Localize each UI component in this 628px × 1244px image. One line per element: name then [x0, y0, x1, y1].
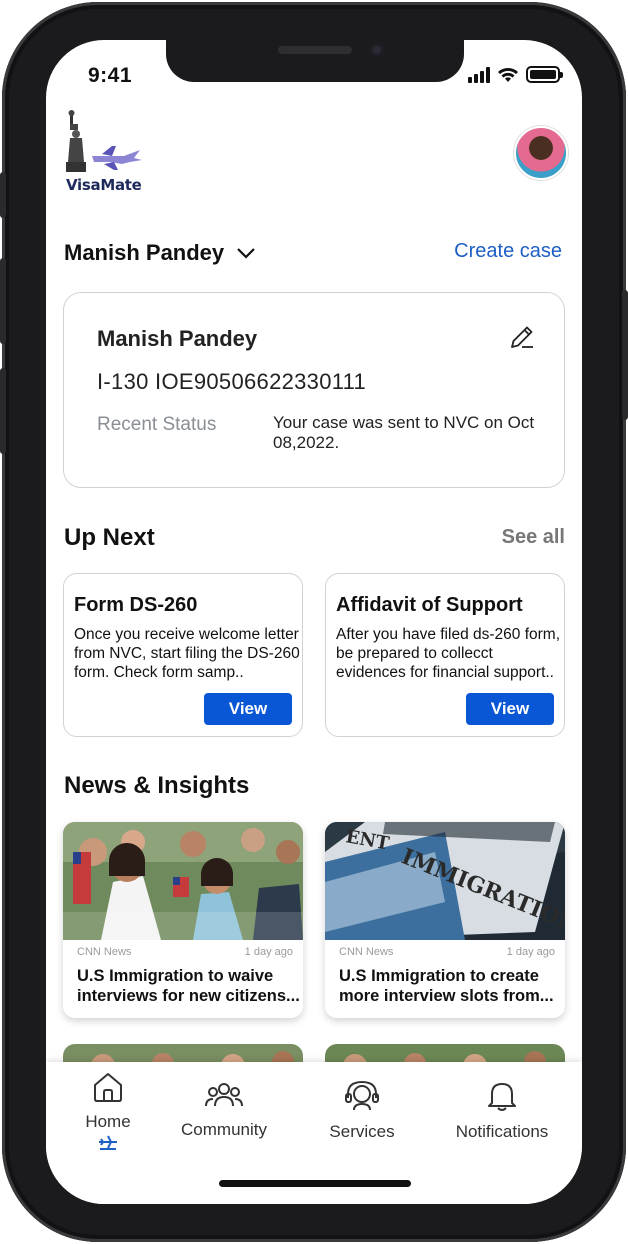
task-card[interactable]: Affidavit of Support After you have file… — [325, 573, 565, 737]
create-case-link[interactable]: Create case — [454, 240, 562, 263]
nav-label-notifications: Notifications — [455, 1122, 549, 1141]
bell-icon — [488, 1083, 516, 1111]
signal-icon — [468, 67, 490, 83]
volume-up-button — [0, 258, 6, 344]
news-card[interactable]: CNN News 1 day ago U.S Immigration to wa… — [63, 822, 303, 1018]
news-headline-line: interviews for new citizens... — [77, 987, 299, 1005]
nav-label-home: Home — [85, 1112, 131, 1131]
news-time: 1 day ago — [506, 946, 555, 958]
plane-icon — [99, 1135, 117, 1150]
battery-icon — [526, 66, 563, 83]
power-button — [622, 290, 628, 420]
logo-text: VisaMate — [66, 176, 142, 194]
news-time: 1 day ago — [244, 946, 293, 958]
see-all-link[interactable]: See all — [502, 526, 565, 549]
home-icon — [94, 1073, 122, 1102]
news-headline-line: U.S Immigration to create — [339, 967, 539, 985]
news-title: News & Insights — [64, 772, 250, 799]
app-logo[interactable]: VisaMate — [64, 110, 144, 196]
task-description: After you have filed ds-260 form, be pre… — [336, 626, 561, 681]
news-card[interactable]: IMMIGRATION ENT CNN News 1 day ago U.S I… — [325, 822, 565, 1018]
nav-item-home[interactable]: Home — [84, 1070, 132, 1150]
case-owner-dropdown[interactable]: Manish Pandey — [64, 240, 256, 266]
news-headline-line: U.S Immigration to waive — [77, 967, 274, 985]
user-avatar[interactable] — [514, 126, 568, 180]
nav-label-services: Services — [329, 1122, 395, 1141]
news-source: CNN News — [339, 946, 394, 958]
task-description: Once you receive welcome letter from NVC… — [74, 626, 300, 681]
volume-down-button — [0, 368, 6, 454]
statue-of-liberty-icon — [66, 110, 142, 172]
case-name: Manish Pandey — [97, 326, 258, 351]
up-next-title: Up Next — [64, 524, 155, 551]
news-source: CNN News — [77, 946, 132, 958]
wifi-icon — [498, 68, 518, 82]
nav-item-notifications[interactable]: Notifications — [446, 1080, 558, 1142]
speaker — [278, 46, 352, 54]
case-card[interactable]: Manish Pandey I-130 IOE90506622330111 Re… — [63, 292, 565, 488]
notch — [166, 40, 464, 82]
edit-pencil-icon[interactable] — [508, 323, 536, 351]
news-image-immigration-document: IMMIGRATION ENT — [325, 822, 565, 940]
nav-item-community[interactable]: Community — [174, 1080, 274, 1140]
news-headline-line: more interview slots from... — [339, 987, 554, 1005]
status-text: Your case was sent to NVC on Oct 08,2022… — [273, 413, 535, 452]
task-title: Form DS-260 — [74, 594, 198, 616]
services-icon — [345, 1080, 379, 1111]
nav-item-services[interactable]: Services — [312, 1080, 412, 1142]
bottom-navigation: Home Community Services Notifications — [46, 1062, 582, 1204]
task-card[interactable]: Form DS-260 Once you receive welcome let… — [63, 573, 303, 737]
case-owner-name: Manish Pandey — [64, 240, 225, 265]
news-headline: U.S Immigration to waive interviews for … — [77, 966, 299, 1006]
chevron-down-icon — [237, 248, 255, 259]
mute-switch — [0, 172, 6, 218]
status-label: Recent Status — [97, 414, 217, 435]
home-indicator[interactable] — [219, 1180, 411, 1187]
case-number: I-130 IOE90506622330111 — [97, 369, 367, 394]
news-image-crowd — [63, 822, 303, 940]
task-title: Affidavit of Support — [336, 594, 523, 616]
status-time: 9:41 — [88, 64, 133, 87]
news-headline: U.S Immigration to create more interview… — [339, 966, 561, 1006]
view-button[interactable]: View — [466, 693, 554, 725]
community-icon — [205, 1083, 243, 1107]
screen: 9:41 VisaMate Manish Pandey Create case … — [46, 40, 582, 1204]
view-button[interactable]: View — [204, 693, 292, 725]
nav-label-community: Community — [181, 1120, 267, 1139]
status-icons — [468, 66, 563, 83]
front-camera — [370, 43, 384, 57]
